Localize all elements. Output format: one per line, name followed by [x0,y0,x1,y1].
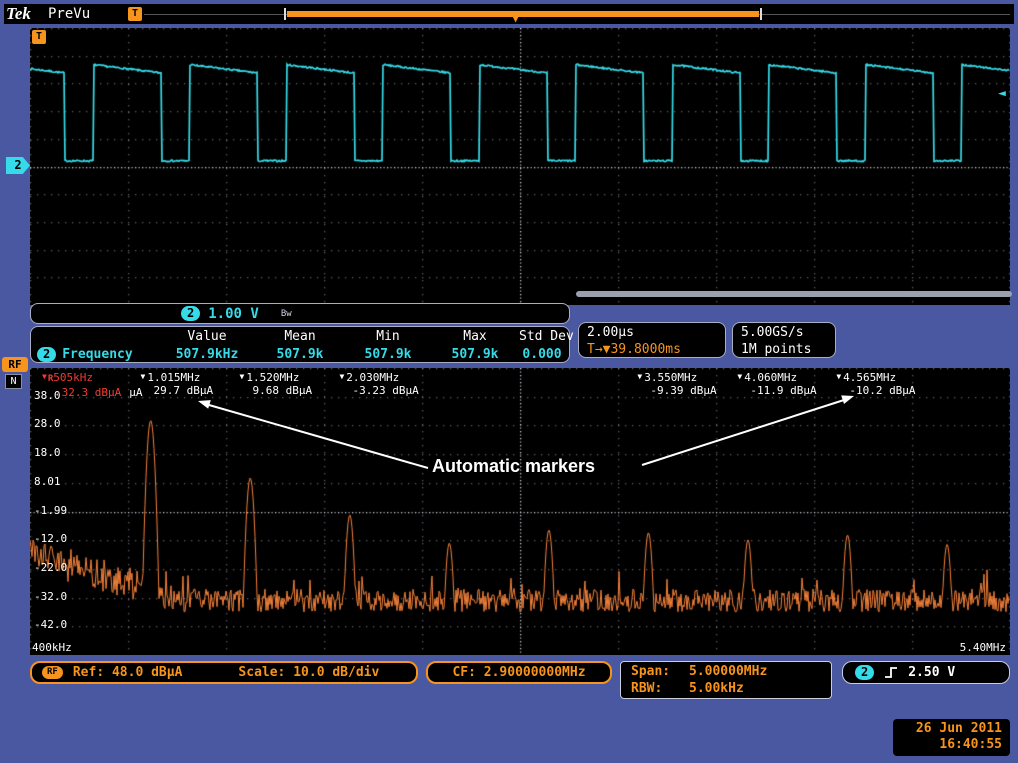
spectrum-y-label: 18.0 [34,447,61,459]
spectrum-graticule: 38.028.018.08.01-1.99-12.0-22.0-32.0-42.… [30,368,1010,655]
channel2-badge: 2 [181,306,200,321]
trigger-position-icon: ▼ [512,11,519,25]
span-rbw-readout-box[interactable]: Span:5.00000MHz RBW:5.00kHz [620,661,832,699]
reference-marker-icon: ▼ [42,372,47,381]
marker-triangle-icon: ▼ [637,372,642,381]
pane-divider-bar[interactable] [576,291,1012,297]
rbw-value: 5.00kHz [689,680,821,697]
center-frequency-readout-box[interactable]: CF: 2.90000000MHz [426,661,612,684]
marker-triangle-icon: ▼ [737,372,742,381]
channel2-ground-marker[interactable]: 2 [6,157,30,174]
horizontal-readout-box[interactable]: 2.00µs T→▼39.8000ms [578,322,726,358]
meas-max: 507.9k [431,347,519,362]
acquisition-readout-box: 5.00GS/s 1M points [732,322,836,358]
time-domain-graticule: T [30,28,1010,305]
meas-header-mean: Mean [255,329,345,344]
trigger-level-arrow-icon[interactable]: ◄ [998,86,1006,101]
measurement-value-row: 2 Frequency 507.9kHz 507.9k 507.9k 507.9… [37,345,563,363]
center-frequency: CF: 2.90000000MHz [452,665,585,680]
rf-badge-icon: RF [42,666,63,679]
rf-normal-trace-badge: N [5,374,22,389]
measurement-header-row: Value Mean Min Max Std Dev [37,328,563,345]
marker-triangle-icon: ▼ [141,372,146,381]
rf-reference-readout-box[interactable]: RF Ref: 48.0 dBµA Scale: 10.0 dB/div [30,661,418,684]
spectrum-y-label: -12.0 [34,533,67,545]
record-length: 1M points [741,341,827,358]
reference-marker-amp: -32.3 dBµA [55,386,121,399]
automatic-markers-annotation: Automatic markers [432,456,595,477]
trigger-delay-flag-icon: T [128,7,142,21]
delay-icon: T→▼ [587,342,610,357]
tek-logo: Tek [6,4,31,24]
measurement-name: Frequency [62,347,132,362]
spectrum-y-label: -32.0 [34,591,67,603]
trigger-source-tab-icon: T [32,30,46,44]
trigger-level: 2.50 V [908,665,955,680]
meas-header-min: Min [345,329,431,344]
acquisition-status: PreVu [48,6,90,22]
spectrum-y-label: -1.99 [34,505,67,517]
marker-triangle-icon: ▼ [836,372,841,381]
trigger-readout-box[interactable]: 2 2.50 V [842,661,1010,684]
record-window-bracket-left [284,8,286,20]
rbw-label: RBW: [631,680,689,697]
spectrum-y-label: 28.0 [34,418,61,430]
span-label: Span: [631,663,689,680]
marker-triangle-icon: ▼ [339,372,344,381]
spectrum-marker-label: ▼4.060MHz-11.9 dBµA [737,370,816,397]
spectrum-marker-label: ▼3.550MHz-9.39 dBµA [637,370,716,397]
spectrum-stop-frequency: 5.40MHz [960,641,1006,654]
marker-triangle-icon: ▼ [240,372,245,381]
horizontal-delay: T→▼39.8000ms [587,341,717,358]
trigger-source-badge: 2 [855,665,874,680]
spectrum-start-frequency: 400kHz [32,641,72,654]
spectrum-y-label: -22.0 [34,562,67,574]
measurement-channel-badge: 2 [37,347,56,362]
spectrum-marker-label: ▼2.030MHz-3.23 dBµA [339,370,418,397]
rf-ref-level: Ref: 48.0 dBµA [73,665,183,680]
bandwidth-indicator: Bw [281,309,292,319]
rf-channel-badge[interactable]: RF [2,357,28,372]
meas-value: 507.9kHz [159,347,255,362]
oscilloscope-screen: Tek PreVu T ▼ T 2 ◄ 2 1.00 V Bw Value Me… [0,0,1018,763]
meas-header-stddev: Std Dev [519,329,565,344]
spectrum-marker-label: ▼1.520MHz9.68 dBµA [240,370,313,397]
spectrum-marker-label: ▼1.015MHz29.7 dBµA [141,370,214,397]
reference-marker-label: ▼R505kHz -32.3 dBµAµA [42,370,142,399]
spectrum-y-label: -42.0 [34,619,67,631]
channel2-readout-bar[interactable]: 2 1.00 V Bw [30,303,570,324]
record-window-bracket-right [760,8,762,20]
span-value: 5.00000MHz [689,663,821,680]
spectrum-trace-canvas [30,368,1010,655]
rising-edge-icon [884,665,898,680]
meas-header-value: Value [159,329,255,344]
rf-scale: Scale: 10.0 dB/div [238,665,379,680]
horizontal-scale: 2.00µs [587,324,717,341]
meas-stddev: 0.000 [519,347,565,362]
date-text: 26 Jun 2011 [901,721,1002,737]
channel2-scale: 1.00 V [208,306,259,322]
meas-header-max: Max [431,329,519,344]
meas-mean: 507.9k [255,347,345,362]
spectrum-y-label: 8.01 [34,476,61,488]
record-window-bar [287,11,759,17]
top-status-bar: Tek PreVu T ▼ [4,4,1014,24]
sample-rate: 5.00GS/s [741,324,827,341]
measurement-table: Value Mean Min Max Std Dev 2 Frequency 5… [30,326,570,363]
time-text: 16:40:55 [901,737,1002,753]
datetime-box: 26 Jun 2011 16:40:55 [893,719,1010,756]
spectrum-marker-label: ▼4.565MHz-10.2 dBµA [836,370,915,397]
time-domain-waveform-canvas [30,28,1010,305]
meas-min: 507.9k [345,347,431,362]
